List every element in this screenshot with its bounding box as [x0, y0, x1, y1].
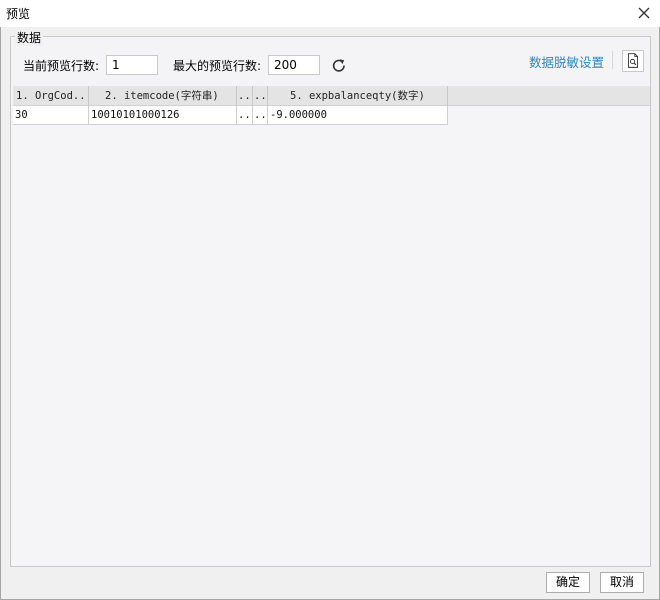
table-cell[interactable]: ..: [237, 106, 253, 125]
ok-button[interactable]: 确定: [546, 572, 590, 593]
table-cell[interactable]: 10010101000126: [89, 106, 237, 125]
data-group: 数据 当前预览行数: 最大的预览行数: 数据脱敏设置 1. OrgCod... …: [10, 29, 651, 567]
column-header[interactable]: 2. itemcode(字符串): [89, 86, 237, 106]
group-legend: 数据: [15, 29, 44, 46]
title-bar: 预览: [0, 0, 660, 27]
cancel-button[interactable]: 取消: [600, 572, 644, 593]
max-rows-label: 最大的预览行数:: [173, 59, 262, 73]
column-header[interactable]: ..: [237, 86, 253, 106]
dialog-body: 数据 当前预览行数: 最大的预览行数: 数据脱敏设置 1. OrgCod... …: [0, 27, 660, 600]
preview-file-button[interactable]: [622, 50, 644, 72]
table-cell[interactable]: ..: [253, 106, 268, 125]
preview-table: 1. OrgCod... 2. itemcode(字符串) .. .. 5. e…: [13, 86, 650, 566]
table-header: 1. OrgCod... 2. itemcode(字符串) .. .. 5. e…: [13, 86, 650, 106]
desensitize-settings-link[interactable]: 数据脱敏设置: [529, 52, 604, 71]
toolbar-divider: [612, 51, 613, 69]
column-header[interactable]: 1. OrgCod...: [13, 86, 89, 106]
table-cell[interactable]: 30: [13, 106, 89, 125]
document-search-icon: [628, 53, 638, 68]
window-title: 预览: [6, 7, 31, 21]
max-rows-input[interactable]: [268, 55, 320, 75]
column-header[interactable]: 5. expbalanceqty(数字): [268, 86, 448, 106]
refresh-icon[interactable]: [330, 57, 348, 75]
current-rows-label: 当前预览行数:: [23, 59, 100, 73]
close-icon[interactable]: [636, 5, 652, 21]
column-header[interactable]: ..: [253, 86, 268, 106]
current-rows-input[interactable]: [106, 55, 158, 75]
table-cell[interactable]: -9.000000: [268, 106, 448, 125]
